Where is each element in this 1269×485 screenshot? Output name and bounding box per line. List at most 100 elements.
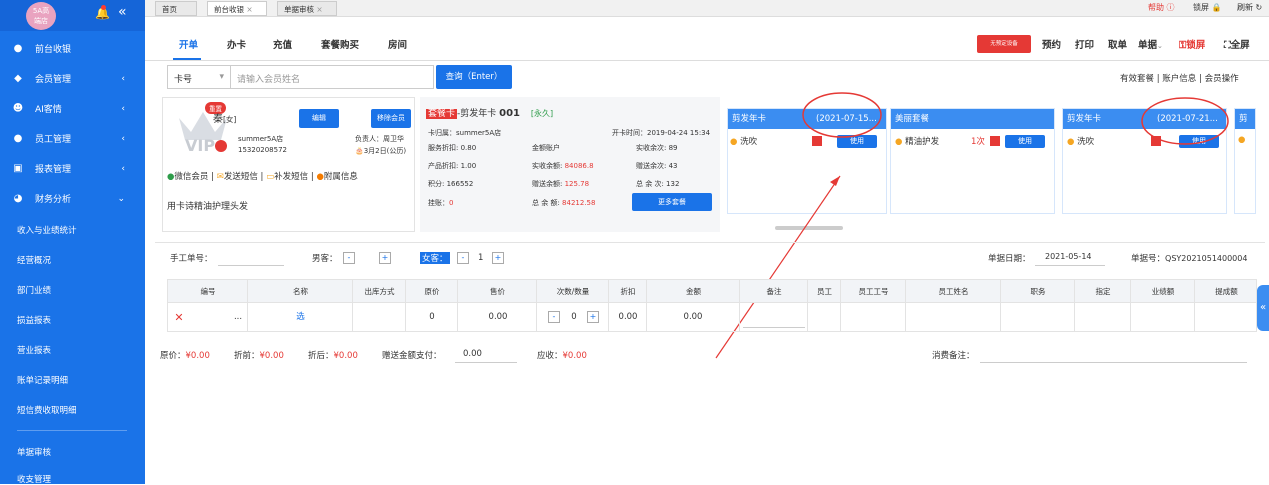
info-icon: ● bbox=[316, 172, 324, 182]
remark-input[interactable] bbox=[743, 327, 805, 328]
users-icon: ☻ bbox=[12, 103, 24, 114]
sidebar-item-audit[interactable]: 单据审核 bbox=[17, 446, 51, 458]
edit-member-button[interactable]: 编辑 bbox=[299, 109, 339, 128]
sidebar-item-cashier[interactable]: ● 前台收银 bbox=[0, 34, 145, 63]
top-tab-bar: 首页 前台收银 × 单据审核 × 帮助 ⓘ 锁屏 🔒 刷新 ↻ bbox=[145, 0, 1269, 17]
double-chevron-left-icon[interactable]: « bbox=[118, 4, 127, 20]
tab-audit[interactable]: 单据审核 × bbox=[277, 1, 337, 16]
amount-input[interactable]: 0.00 bbox=[663, 303, 723, 332]
notification-dot bbox=[101, 5, 106, 10]
select-item-link[interactable]: 选 bbox=[248, 303, 353, 332]
card-title: 套餐卡 -剪发年卡 001 [永久] bbox=[426, 108, 554, 119]
sidebar-item-report[interactable]: ▣ 报表管理 ‹ bbox=[0, 154, 145, 183]
member-search-input[interactable]: 请输入会员姓名 bbox=[231, 65, 434, 89]
fetch-order-button[interactable]: 取单 bbox=[1108, 37, 1127, 51]
more-icon[interactable]: ... bbox=[228, 303, 248, 332]
member-actions: ●微信会员 | ✉发送短信 | ▭补发短信 | ●附属信息 bbox=[167, 172, 358, 182]
svg-text:VIP: VIP bbox=[185, 136, 215, 152]
chevron-left-icon: ‹ bbox=[121, 163, 125, 174]
appointment-button[interactable]: 预约 bbox=[1042, 37, 1061, 51]
sidebar-subitem[interactable]: 营业报表 bbox=[17, 344, 51, 356]
sidebar-subitem[interactable]: 损益报表 bbox=[17, 314, 51, 326]
chevron-down-icon: ⌄ bbox=[1157, 42, 1163, 50]
sidebar-subitem[interactable]: 短信费收取明细 bbox=[17, 404, 77, 416]
qty-increment-button[interactable]: + bbox=[587, 311, 599, 323]
male-increment-button[interactable]: + bbox=[379, 252, 391, 264]
lock-screen-link[interactable]: 锁屏 🔒 bbox=[1193, 2, 1222, 13]
lock-icon: 🔒 bbox=[1211, 3, 1222, 12]
user-icon: ● bbox=[13, 133, 23, 144]
sidebar-item-member[interactable]: ◆ 会员管理 ‹ bbox=[0, 64, 145, 93]
sidebar-item-staff[interactable]: ● 员工管理 ‹ bbox=[0, 124, 145, 153]
female-count[interactable]: 1 bbox=[478, 253, 483, 263]
fullscreen-button[interactable]: ⛶全屏 bbox=[1224, 37, 1250, 51]
refresh-link[interactable]: 刷新 ↻ bbox=[1237, 2, 1262, 13]
resend-sms-link[interactable]: 补发短信 bbox=[274, 172, 308, 182]
tab-room[interactable]: 房间 bbox=[388, 37, 407, 51]
gift-payment-input[interactable]: 0.00 bbox=[463, 349, 482, 359]
female-increment-button[interactable]: + bbox=[492, 252, 504, 264]
order-table-header: 编号 名称 出库方式 原价 售价 次数/数量 折扣 金额 备注 员工 员工工号 … bbox=[167, 279, 1257, 303]
send-sms-link[interactable]: 发送短信 bbox=[224, 172, 258, 182]
qty-decrement-button[interactable]: - bbox=[548, 311, 560, 323]
tab-package[interactable]: 套餐购买 bbox=[321, 37, 359, 51]
document-menu-button[interactable]: 单据⌄ bbox=[1138, 37, 1163, 51]
sidebar-subitem[interactable]: 收入与业绩统计 bbox=[17, 224, 77, 236]
price-input[interactable]: 0.00 bbox=[468, 303, 528, 332]
close-icon[interactable]: × bbox=[316, 5, 322, 14]
male-decrement-button[interactable]: - bbox=[343, 252, 355, 264]
member-birthday: 🎂3月2日(公历) bbox=[355, 147, 407, 155]
manual-no-input[interactable] bbox=[218, 265, 284, 266]
help-link[interactable]: 帮助 ⓘ bbox=[1148, 2, 1175, 13]
delete-row-icon[interactable]: ✕ bbox=[172, 303, 186, 332]
sidebar-item-expense[interactable]: 收支管理 bbox=[17, 473, 51, 485]
sidebar-subitem[interactable]: 账单记录明细 bbox=[17, 374, 68, 386]
tab-card[interactable]: 办卡 bbox=[227, 37, 246, 51]
caret-down-icon: ▾ bbox=[219, 72, 224, 82]
chevron-down-icon: ⌄ bbox=[117, 193, 125, 204]
table-row: ✕ ... 选 0 0.00 - 0 + 0.00 0.00 bbox=[167, 303, 1257, 332]
tab-recharge[interactable]: 充值 bbox=[273, 37, 292, 51]
search-type-select[interactable]: 卡号 ▾ bbox=[167, 65, 231, 89]
sidebar-subitem[interactable]: 经营概况 bbox=[17, 254, 51, 266]
close-icon[interactable]: × bbox=[246, 5, 252, 14]
divider bbox=[155, 242, 1265, 243]
store-logo: 5A高 端店 bbox=[26, 2, 56, 30]
sidebar-header: 5A高 端店 🔔 « bbox=[0, 0, 145, 31]
sidebar-subitem[interactable]: 部门业绩 bbox=[17, 284, 51, 296]
qty-input[interactable]: 0 bbox=[564, 303, 584, 332]
order-date-input[interactable]: 2021-05-14 bbox=[1045, 252, 1092, 261]
member-name: 秦[女] bbox=[213, 114, 237, 125]
chevron-left-icon: ‹ bbox=[121, 103, 125, 114]
card-info-panel: 套餐卡 -剪发年卡 001 [永久] 卡归属：summer5A店 开卡时间：201… bbox=[420, 97, 720, 232]
search-button[interactable]: 查询（Enter） bbox=[436, 65, 512, 89]
female-decrement-button[interactable]: - bbox=[457, 252, 469, 264]
member-phone: 15320208572 bbox=[238, 146, 287, 154]
sidebar-item-ai[interactable]: ☻ AI客情 ‹ bbox=[0, 94, 145, 123]
side-panel-toggle[interactable]: « bbox=[1257, 285, 1269, 331]
fullscreen-icon: ⛶ bbox=[1224, 40, 1231, 51]
sidebar: 5A高 端店 🔔 « ● 前台收银 ◆ 会员管理 ‹ ☻ AI客情 ‹ ● 员工… bbox=[0, 0, 145, 485]
discount-input[interactable]: 0.00 bbox=[609, 303, 647, 332]
chevron-left-icon: ‹ bbox=[121, 73, 125, 84]
device-button[interactable]: 无预定设备 bbox=[977, 35, 1031, 53]
pie-chart-icon: ◕ bbox=[13, 193, 23, 204]
diamond-icon: ◆ bbox=[14, 73, 22, 84]
sidebar-divider bbox=[17, 430, 127, 431]
extra-info-link[interactable]: 附属信息 bbox=[324, 172, 358, 182]
lock-screen-button[interactable]: ⚿锁屏 bbox=[1179, 37, 1205, 51]
consume-remark-input[interactable] bbox=[980, 362, 1247, 363]
wechat-member-link[interactable]: 微信会员 bbox=[174, 172, 208, 182]
message-icon: ▭ bbox=[266, 172, 275, 182]
mail-icon: ✉ bbox=[216, 172, 224, 182]
print-button[interactable]: 打印 bbox=[1075, 37, 1094, 51]
money-bag-icon: ● bbox=[13, 43, 23, 54]
tab-cashier[interactable]: 前台收银 × bbox=[207, 1, 267, 16]
main-tab-bar: 开单 办卡 充值 套餐购买 房间 无预定设备 预约 打印 取单 单据⌄ ⚿锁屏 … bbox=[145, 31, 1269, 61]
remove-member-button[interactable]: 移除会员 bbox=[371, 109, 411, 128]
tab-open-order[interactable]: 开单 bbox=[179, 37, 198, 51]
sidebar-item-finance[interactable]: ◕ 财务分析 ⌄ bbox=[0, 184, 145, 213]
tab-home[interactable]: 首页 bbox=[155, 1, 197, 16]
member-store: summer5A店 bbox=[238, 135, 284, 143]
question-icon: ⓘ bbox=[1166, 3, 1175, 12]
